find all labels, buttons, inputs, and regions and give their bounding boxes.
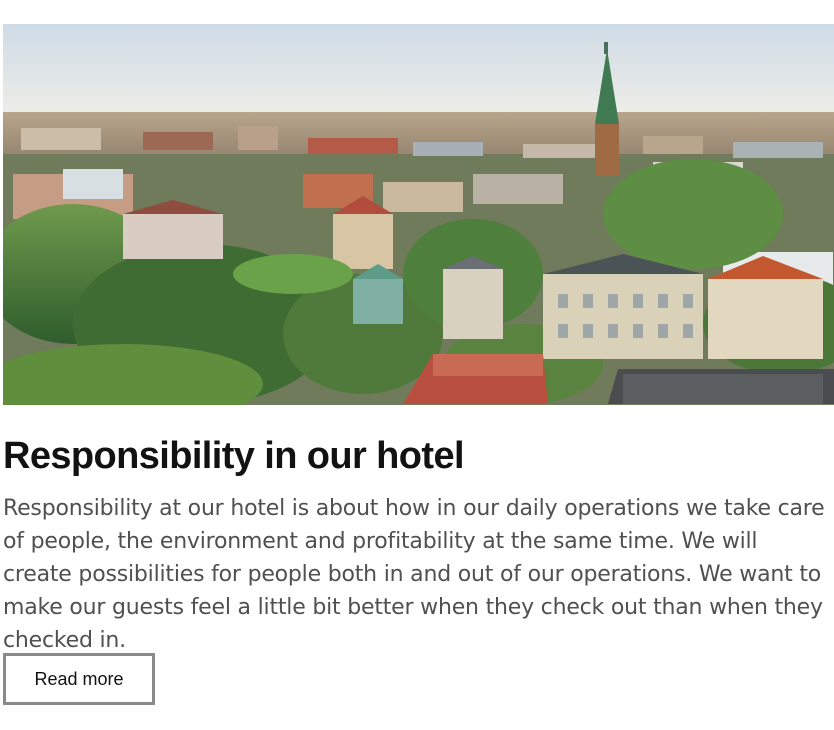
article-title: Responsibility in our hotel [3, 435, 465, 477]
article-card: Responsibility in our hotel Responsibili… [0, 0, 834, 730]
article-body: Responsibility at our hotel is about how… [3, 496, 825, 653]
hero-image [3, 24, 834, 405]
read-more-button[interactable]: Read more [3, 653, 155, 705]
